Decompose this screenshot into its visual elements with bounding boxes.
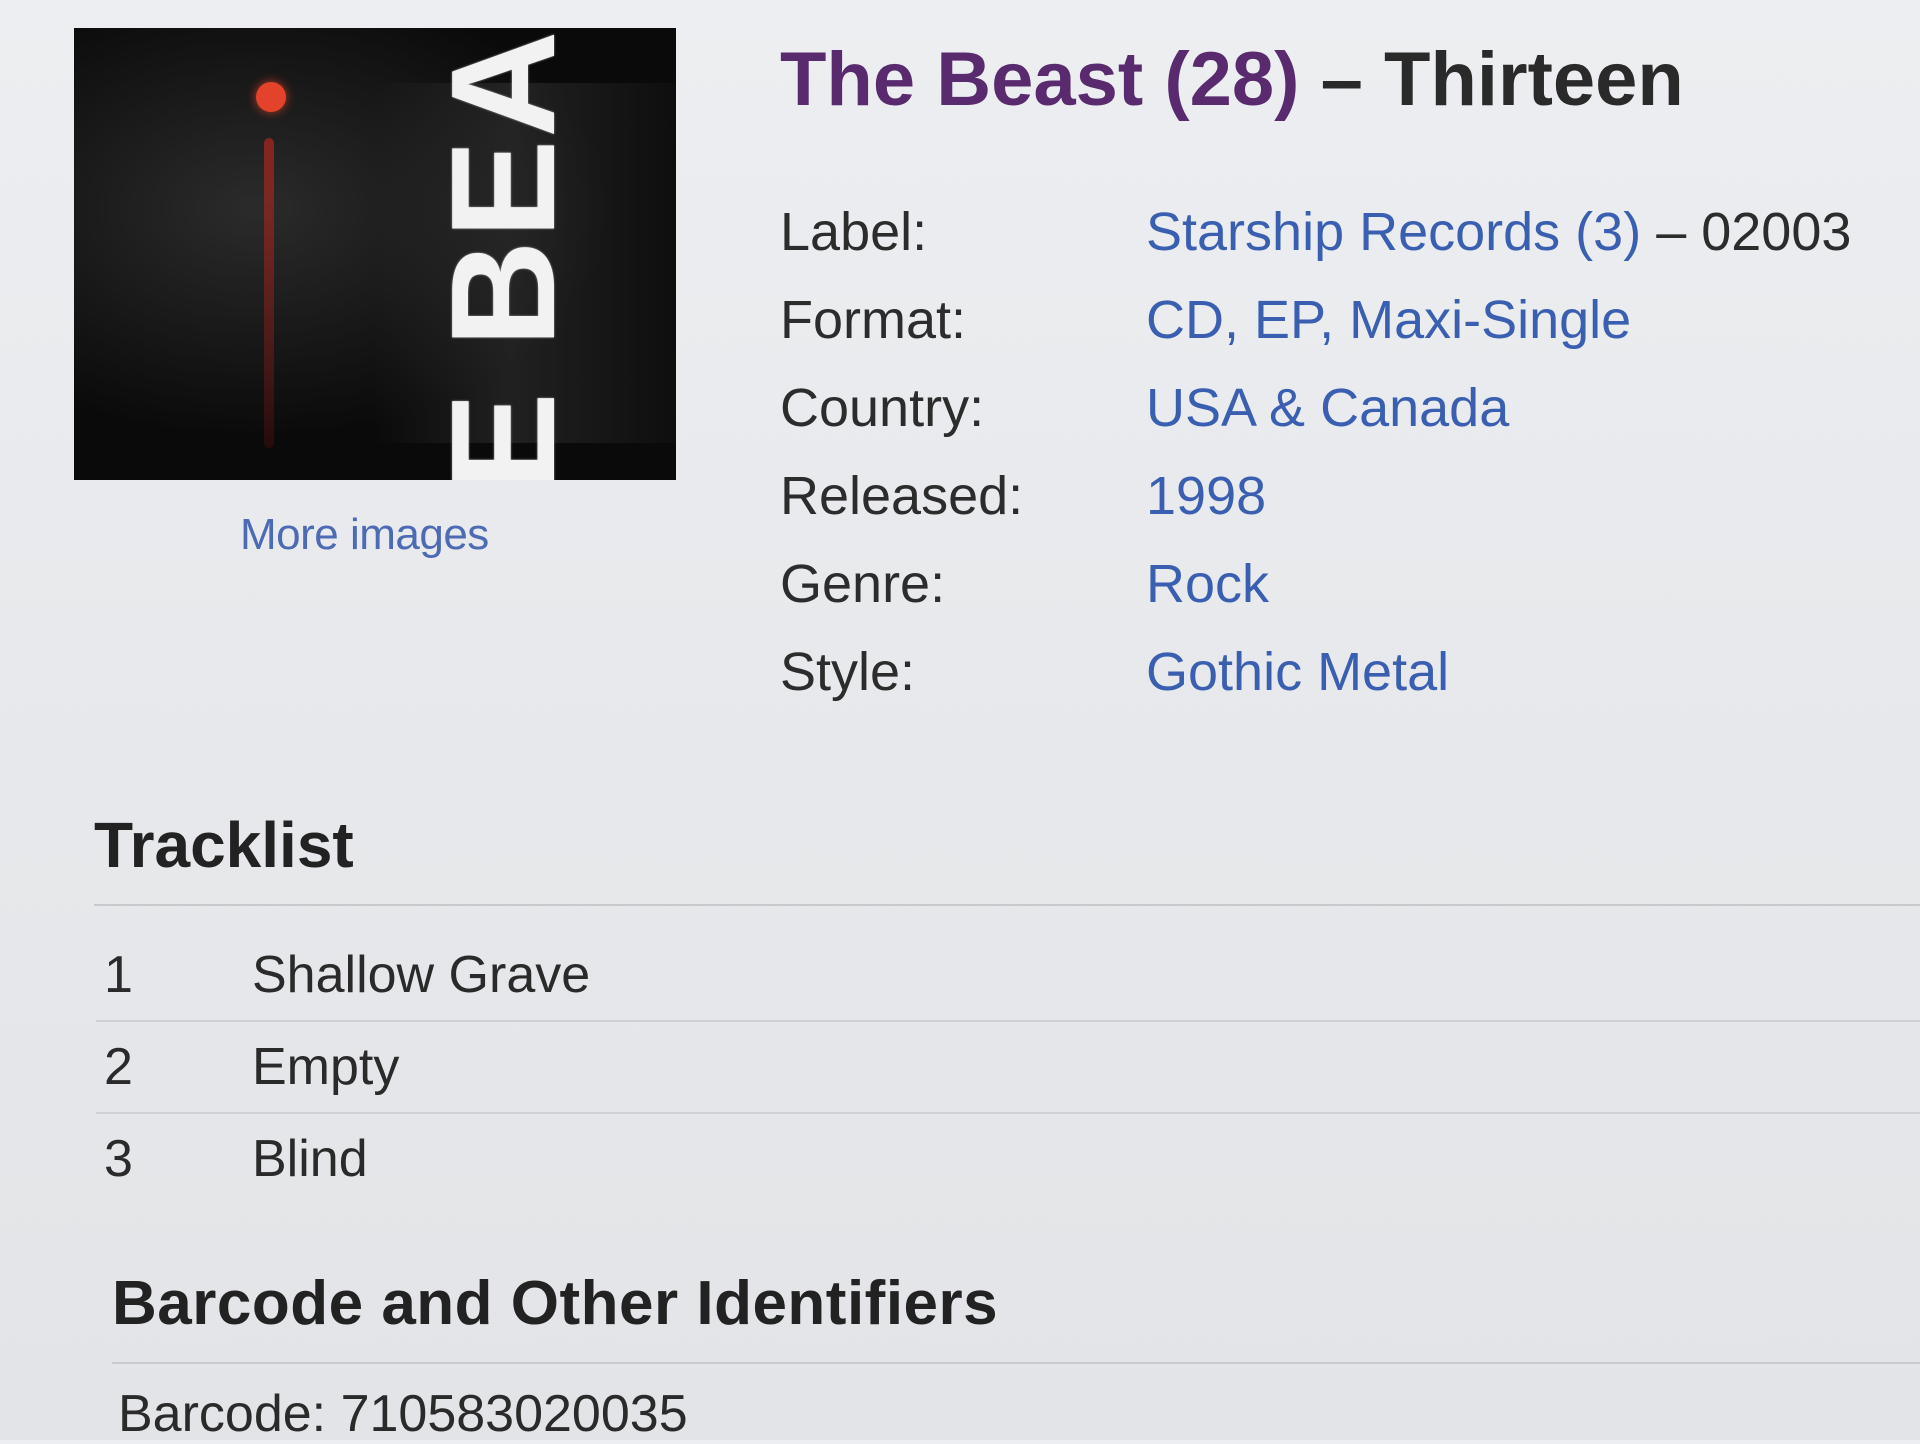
track-position: 3 — [104, 1130, 133, 1188]
style-value: Gothic Metal — [1146, 628, 1851, 716]
label-link[interactable]: Starship Records (3) — [1146, 202, 1641, 262]
country-link[interactable]: USA & Canada — [1146, 378, 1509, 438]
released-key: Released: — [780, 466, 1024, 526]
more-images-link[interactable]: More images — [240, 510, 489, 560]
release-name: Thirteen — [1384, 37, 1684, 122]
format-key: Format: — [780, 290, 967, 350]
released-value: 1998 — [1146, 452, 1851, 540]
style-link[interactable]: Gothic Metal — [1146, 642, 1449, 702]
style-key: Style: — [780, 642, 916, 702]
identifiers-divider — [112, 1362, 1920, 1364]
track-title: Shallow Grave — [252, 946, 591, 1004]
release-title: The Beast (28) – Thirteen — [780, 38, 1684, 122]
info-row-style: Style: Gothic Metal — [780, 628, 1851, 716]
track-row: 2 Empty — [96, 1022, 1920, 1114]
released-link[interactable]: 1998 — [1146, 466, 1266, 526]
track-row: 1 Shallow Grave — [96, 930, 1920, 1022]
tracklist-heading: Tracklist — [94, 809, 354, 881]
country-value: USA & Canada — [1146, 364, 1851, 452]
barcode-value: Barcode: 710583020035 — [118, 1385, 688, 1443]
track-title: Blind — [252, 1130, 368, 1188]
catalog-number: – 02003 — [1656, 202, 1852, 262]
label-key: Label: — [780, 202, 928, 262]
info-row-label: Label: Starship Records (3) – 02003 — [780, 188, 1851, 276]
genre-value: Rock — [1146, 540, 1851, 628]
cover-logo-text: THE BEAST — [421, 28, 586, 480]
genre-key: Genre: — [780, 554, 946, 614]
info-row-released: Released: 1998 — [780, 452, 1851, 540]
country-key: Country: — [780, 378, 985, 438]
track-position: 2 — [104, 1038, 133, 1096]
genre-link[interactable]: Rock — [1146, 554, 1269, 614]
release-info-table: Label: Starship Records (3) – 02003 Form… — [780, 188, 1851, 716]
cover-red-streak — [264, 138, 274, 448]
info-row-format: Format: CD, EP, Maxi-Single — [780, 276, 1851, 364]
info-row-country: Country: USA & Canada — [780, 364, 1851, 452]
track-row: 3 Blind — [96, 1114, 1920, 1204]
tracklist-divider — [94, 904, 1920, 906]
track-title: Empty — [252, 1038, 400, 1096]
cover-red-light — [256, 82, 286, 112]
format-value: CD, EP, Maxi-Single — [1146, 276, 1851, 364]
identifiers-heading: Barcode and Other Identifiers — [112, 1269, 999, 1338]
title-separator: – — [1320, 37, 1363, 122]
info-row-genre: Genre: Rock — [780, 540, 1851, 628]
label-value: Starship Records (3) – 02003 — [1146, 188, 1851, 276]
format-link[interactable]: CD, EP, Maxi-Single — [1146, 290, 1631, 350]
tracklist: 1 Shallow Grave 2 Empty 3 Blind — [96, 930, 1920, 1204]
track-position: 1 — [104, 946, 133, 1004]
cover-image[interactable]: THE BEAST — [74, 28, 676, 480]
artist-link[interactable]: The Beast (28) — [780, 37, 1300, 122]
